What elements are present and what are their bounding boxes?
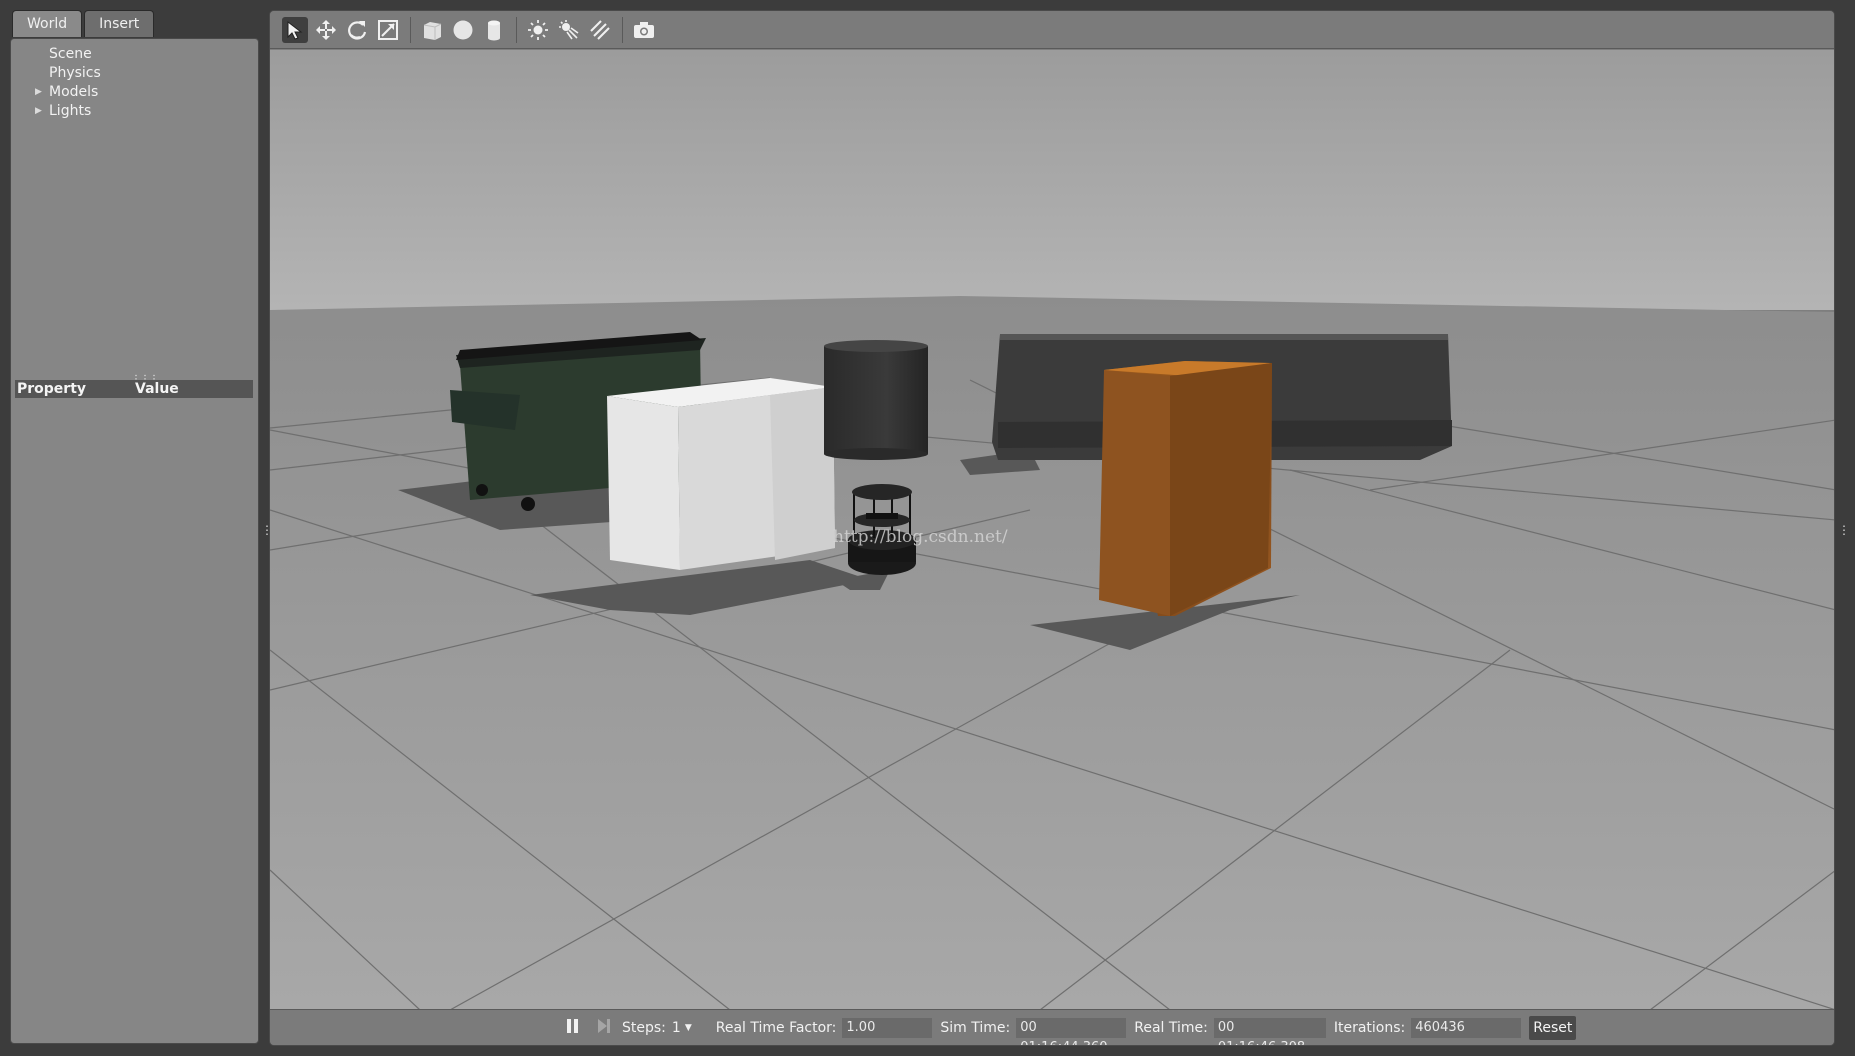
tree-item-lights[interactable]: ▶ Lights [15, 102, 101, 121]
tree-item-label: Lights [49, 103, 92, 119]
property-table-header: Property Value [15, 380, 253, 398]
steps-value[interactable]: 1 [672, 1020, 681, 1036]
watermark-text: http://blog.csdn.net/ [833, 527, 1008, 547]
translate-mode-button[interactable] [313, 17, 339, 43]
tree-item-label: Models [49, 84, 99, 100]
point-light-icon [528, 19, 548, 40]
rotate-icon [348, 20, 367, 40]
box-icon [423, 21, 442, 40]
right-panel-collapse-handle[interactable]: ⋮ [1838, 524, 1850, 536]
real-time-field: 00 01:16:46.308 [1213, 1017, 1326, 1045]
scene-render [270, 50, 1834, 1010]
rotate-mode-button[interactable] [344, 17, 370, 43]
world-panel: Scene Physics ▶Models ▶Lights ⋮⋮⋮ Proper… [10, 38, 259, 1044]
translate-icon [316, 19, 336, 40]
scale-icon [378, 19, 398, 40]
tree-item-scene[interactable]: Scene [15, 45, 101, 64]
sim-time-field: 00 01:16:44.360 [1016, 1017, 1127, 1045]
real-time-factor-label: Real Time Factor: [715, 1019, 837, 1036]
left-tabs: World Insert [12, 10, 156, 38]
camera-icon [634, 21, 654, 38]
tree-item-label: Scene [49, 46, 92, 62]
tab-world[interactable]: World [12, 10, 83, 37]
toolbar [270, 11, 1834, 49]
sphere-icon [453, 20, 473, 39]
insert-sphere-button[interactable] [450, 17, 476, 43]
sky [270, 50, 1834, 310]
status-bar: Steps: 1 ▼ Real Time Factor: 1.00 Sim Ti… [270, 1009, 1834, 1045]
3d-viewport[interactable]: http://blog.csdn.net/ [270, 50, 1834, 1010]
tree-item-models[interactable]: ▶ Models [15, 83, 101, 102]
toolbar-separator [622, 16, 623, 43]
insert-box-button[interactable] [419, 17, 445, 43]
iterations-label: Iterations: [1333, 1019, 1406, 1036]
insert-cylinder-button[interactable] [481, 17, 507, 43]
tree-item-label: Physics [49, 65, 101, 81]
iterations-field: 460436 [1411, 1017, 1522, 1038]
value-column-header: Value [135, 381, 179, 397]
insert-point-light-button[interactable] [525, 17, 551, 43]
world-tree: Scene Physics ▶ Models ▶ Lights [15, 45, 101, 121]
directional-light-icon [590, 19, 610, 40]
insert-directional-light-button[interactable] [587, 17, 613, 43]
select-arrow-icon [287, 20, 303, 40]
main-view: http://blog.csdn.net/ Steps: 1 ▼ Real Ti… [269, 10, 1835, 1046]
box-model[interactable] [607, 378, 835, 570]
pause-icon[interactable] [566, 1018, 580, 1038]
tree-item-physics[interactable]: Physics [15, 64, 101, 83]
real-time-label: Real Time: [1134, 1019, 1208, 1036]
expand-arrow-icon[interactable]: ▶ [35, 83, 42, 102]
screenshot-button[interactable] [631, 17, 657, 43]
expand-arrow-icon[interactable]: ▶ [35, 102, 42, 121]
toolbar-separator [516, 16, 517, 43]
property-column-header: Property [17, 381, 87, 397]
cylinder-icon [488, 20, 500, 40]
step-forward-icon[interactable] [596, 1018, 612, 1038]
scale-mode-button[interactable] [375, 17, 401, 43]
reset-button[interactable]: Reset [1529, 1015, 1577, 1040]
insert-spot-light-button[interactable] [556, 17, 582, 43]
steps-label: Steps: [622, 1019, 666, 1036]
sim-time-label: Sim Time: [940, 1019, 1011, 1036]
cylinder-model[interactable] [824, 340, 928, 460]
wooden-cabinet-model[interactable] [1099, 361, 1272, 616]
select-mode-button[interactable] [282, 16, 308, 43]
tab-insert[interactable]: Insert [84, 10, 155, 37]
steps-dropdown-icon[interactable]: ▼ [685, 1023, 692, 1033]
real-time-factor-field: 1.00 [842, 1017, 933, 1038]
toolbar-separator [410, 16, 411, 43]
spot-light-icon [559, 19, 579, 39]
